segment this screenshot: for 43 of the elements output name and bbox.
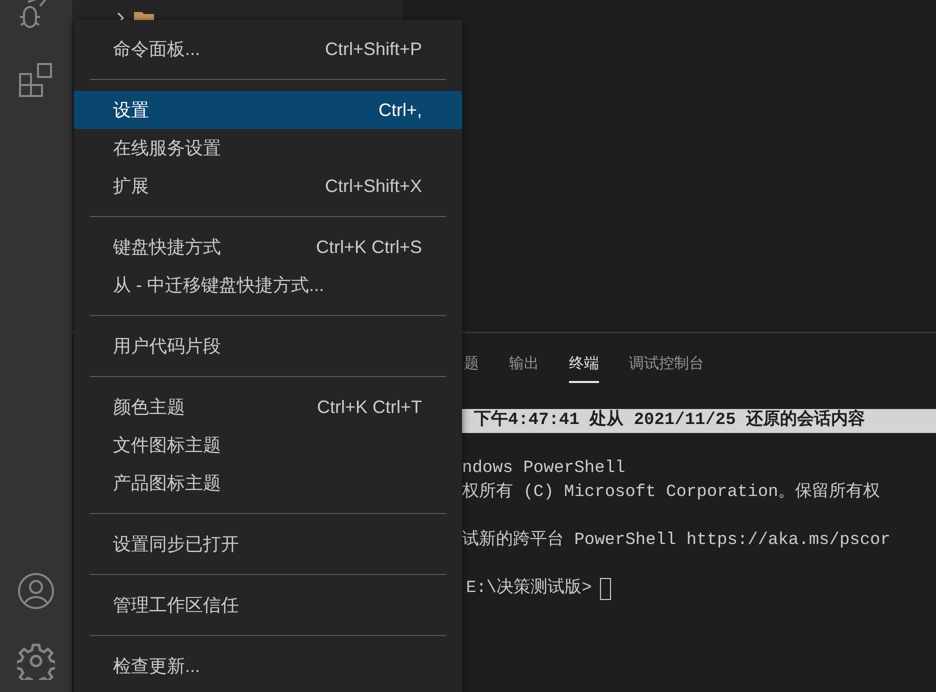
menu-item-label: 在线服务设置: [113, 136, 221, 160]
shortcut-label: Ctrl+K Ctrl+S: [316, 236, 422, 258]
menu-item[interactable]: 管理工作区信任: [74, 586, 462, 624]
panel-tab[interactable]: 输出: [509, 347, 539, 383]
menu-item[interactable]: 用户代码片段: [74, 327, 462, 365]
shortcut-label: Ctrl+,: [378, 98, 422, 122]
menu-item-label: 产品图标主题: [113, 472, 221, 494]
menu-item-label: 从 - 中迁移键盘快捷方式...: [113, 274, 324, 296]
terminal-cursor: [600, 578, 611, 600]
menu-item[interactable]: 颜色主题 Ctrl+K Ctrl+T: [74, 388, 462, 426]
shortcut-label: Ctrl+Shift+X: [324, 174, 422, 198]
menu-item-label: 扩展: [113, 174, 149, 198]
menu-item[interactable]: 设置 Ctrl+,: [74, 91, 462, 129]
terminal-line: ndows PowerShell: [462, 458, 626, 480]
menu-item[interactable]: 命令面板... Ctrl+Shift+P: [74, 30, 462, 68]
shortcut-label: Ctrl+K Ctrl+T: [316, 396, 422, 418]
menu-item-label: 检查更新...: [113, 654, 200, 678]
menu-item-label: 键盘快捷方式: [113, 236, 221, 258]
terminal-line: 试新的跨平台 PowerShell https://aka.ms/pscor: [462, 529, 892, 552]
menu-item[interactable]: 产品图标主题: [74, 464, 462, 502]
panel-tab[interactable]: 终端: [569, 347, 599, 383]
menu-item[interactable]: 在线服务设置: [74, 129, 462, 167]
menu-item-label: 文件图标主题: [113, 434, 221, 456]
menu-item-label: 设置同步已打开: [113, 532, 239, 556]
panel-tab[interactable]: 调试控制台: [629, 347, 704, 383]
shortcut-label: Ctrl+Shift+P: [324, 38, 422, 60]
menu-item[interactable]: 从 - 中迁移键盘快捷方式...: [74, 266, 462, 304]
menu-item-label: 命令面板...: [113, 38, 200, 60]
terminal-line: 权所有 (C) Microsoft Corporation。保留所有权: [462, 481, 882, 504]
extensions-icon[interactable]: [18, 62, 54, 98]
terminal-prompt: E:\决策测试版>: [466, 577, 592, 600]
settings-icon[interactable]: [17, 642, 55, 680]
menu-item-label: 用户代码片段: [113, 334, 221, 358]
menu-item-label: 设置: [113, 98, 149, 122]
panel-tab[interactable]: 题: [464, 347, 479, 383]
menu-item-label: 管理工作区信任: [113, 594, 239, 616]
menu-item[interactable]: 检查更新...: [74, 647, 462, 685]
menu-item-label: 颜色主题: [113, 396, 185, 418]
menu-item[interactable]: 文件图标主题: [74, 426, 462, 464]
account-icon[interactable]: [17, 572, 55, 610]
menu-item[interactable]: 设置同步已打开: [74, 525, 462, 563]
menu-item[interactable]: 键盘快捷方式 Ctrl+K Ctrl+S: [74, 228, 462, 266]
menu-item[interactable]: 扩展 Ctrl+Shift+X: [74, 167, 462, 205]
